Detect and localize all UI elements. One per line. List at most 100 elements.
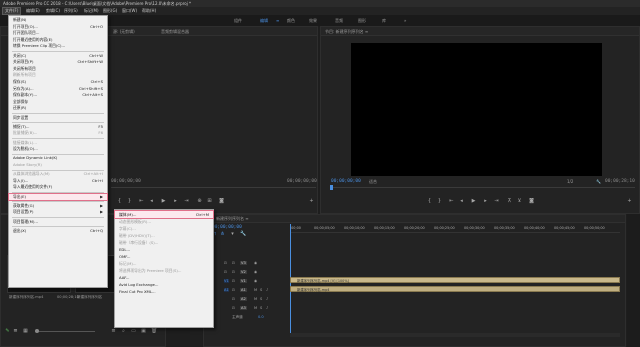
menu-item-make-offline[interactable]: 设为脱机(O)... [9, 146, 107, 153]
add-marker-icon[interactable]: ▾ [230, 232, 235, 237]
menu-item-project-manager[interactable]: 项目管理(M)... [9, 219, 107, 226]
menu-item-export[interactable]: 导出(E) ▶ [8, 192, 108, 202]
program-camera-icon[interactable]: ◙ [529, 199, 534, 204]
export-omf[interactable]: OMF... [115, 253, 213, 260]
menu-sequence[interactable]: 序列(S) [62, 7, 80, 15]
program-step-back-icon[interactable]: ◂ [459, 199, 464, 204]
menu-marker[interactable]: 标记(M) [82, 7, 101, 15]
menu-item-open-project[interactable]: 打开项目(O)... Ctrl+O [9, 24, 107, 31]
trash-icon[interactable]: 🗑 [151, 329, 157, 334]
mark-in-icon[interactable]: { [117, 199, 122, 204]
menu-item-exit[interactable]: 退出(X) Ctrl+Q [9, 228, 107, 235]
workspace-menu-icon[interactable]: ≡ [276, 17, 279, 24]
microphone-icon[interactable]: ♪ [266, 306, 268, 310]
track-label-a2[interactable]: A2 [240, 297, 247, 301]
video-clip[interactable]: 新建序列序列名.mp4 [V] [100%] [290, 277, 620, 283]
program-playhead[interactable] [330, 185, 333, 190]
lift-icon[interactable]: ⊼ [507, 199, 512, 204]
track-lock-icon[interactable]: ⊡ [232, 279, 235, 283]
timeline-sequence-tab[interactable]: 新建序列序列名 ≡ [216, 215, 249, 223]
program-timecode-left[interactable]: 00;00;00;00 [331, 179, 361, 184]
export-final-cut-pro-xml[interactable]: Final Cut Pro XML... [115, 288, 213, 295]
track-sync-icon[interactable]: ⊡ [232, 261, 235, 265]
insert-icon[interactable]: ⊕ [197, 199, 202, 204]
go-to-out-icon[interactable]: ⇥ [184, 199, 189, 204]
track-lock-icon[interactable]: ⊡ [232, 297, 235, 301]
track-label-v2[interactable]: V2 [240, 270, 247, 274]
sort-icon[interactable]: ≡ [111, 329, 116, 334]
track-mute-icon[interactable]: M [254, 306, 257, 310]
track-lock-icon[interactable]: ⊡ [224, 270, 227, 274]
pencil-icon[interactable]: ✎ [5, 329, 10, 334]
menu-file[interactable]: 文件(F) [2, 7, 22, 15]
master-value[interactable]: 0.0 [258, 315, 264, 319]
menu-item-import[interactable]: 导入(I)... Ctrl+I [9, 178, 107, 185]
tab-source[interactable]: 源: (无剪辑) [113, 27, 135, 36]
track-sync-icon[interactable]: ⊡ [232, 270, 235, 274]
track-label-a1[interactable]: A1 [240, 288, 247, 292]
track-lock-icon[interactable]: ⊡ [232, 288, 235, 292]
menu-window[interactable]: 窗口(W) [120, 7, 139, 15]
wrench-icon[interactable]: 🔧 [596, 179, 601, 184]
menu-item-close-project[interactable]: 关闭项目(P) Ctrl+Shift+W [9, 59, 107, 66]
overwrite-icon[interactable]: ⊞ [207, 199, 212, 204]
menu-item-sync-settings[interactable]: 同步设置 [9, 115, 107, 122]
menu-item-save-copy[interactable]: 保存副本(Y)... Ctrl+Alt+S [9, 92, 107, 99]
timeline-ruler[interactable]: :00;00 00;00;05;00 00;00;10;00 00;00;15;… [290, 224, 620, 233]
menu-item-open-team-project[interactable]: 打开团队项目... [9, 30, 107, 37]
track-header-a1[interactable]: A1 ⊡ A1 M S ♪ [224, 288, 290, 294]
add-button-icon[interactable]: + [309, 199, 314, 204]
new-bin-icon[interactable]: ▭ [131, 329, 136, 334]
timeline-wrench-icon[interactable]: 🔧 [240, 232, 246, 237]
program-zoom-select[interactable]: 1/2 [567, 179, 573, 184]
track-label-a3[interactable]: A3 [240, 306, 247, 310]
track-solo-icon[interactable]: S [260, 288, 262, 292]
menu-item-project-settings[interactable]: 项目设置(P) ▶ [9, 209, 107, 216]
track-label-v1[interactable]: V1 [240, 279, 247, 283]
export-edl[interactable]: EDL... [115, 246, 213, 253]
camera-icon[interactable]: ◙ [219, 199, 224, 204]
program-play-icon[interactable]: ▶ [471, 199, 476, 204]
program-add-button-icon[interactable]: + [627, 199, 632, 204]
menu-item-revert[interactable]: 还原(R) [9, 105, 107, 112]
workspace-tab-assembly[interactable]: 组件 [234, 17, 242, 24]
export-aaf[interactable]: AAF... [115, 274, 213, 281]
workspace-tab-audio[interactable]: 音频 [335, 17, 343, 24]
workspace-tab-color[interactable]: 颜色 [287, 17, 295, 24]
workspace-tab-graphics[interactable]: 图形 [358, 17, 366, 24]
menu-help[interactable]: 帮助(H) [140, 7, 158, 15]
track-lock-icon[interactable]: ⊡ [224, 261, 227, 265]
track-mute-icon[interactable]: M [254, 288, 257, 292]
track-header-a3[interactable]: ⊡ A3 M S ♪ [224, 306, 290, 312]
menu-item-get-properties[interactable]: 获取属性(G) ▶ [9, 203, 107, 210]
menu-item-dynamic-link[interactable]: Adobe Dynamic Link(K) [9, 155, 107, 162]
menu-item-save-as[interactable]: 另存为(A)... Ctrl+Shift+S [9, 86, 107, 93]
program-go-to-in-icon[interactable]: ⇤ [449, 199, 454, 204]
workspace-tab-libraries[interactable]: 库 [382, 17, 386, 24]
program-fit-select[interactable]: 适合 [369, 179, 377, 185]
zoom-slider-handle[interactable] [35, 329, 39, 333]
mark-out-icon[interactable]: } [127, 199, 132, 204]
menu-item-save-all[interactable]: 全部保存 [9, 99, 107, 106]
track-header-v2[interactable]: ⊡ ⊡ V2 ◉ [224, 270, 290, 276]
microphone-icon[interactable]: ♪ [266, 297, 268, 301]
timeline-horizontal-scrollbar[interactable] [290, 333, 620, 337]
program-scrubber[interactable] [331, 187, 635, 188]
go-to-in-icon[interactable]: ⇤ [139, 199, 144, 204]
program-step-forward-icon[interactable]: ▸ [483, 199, 488, 204]
menu-item-save[interactable]: 保存(S) Ctrl+S [9, 79, 107, 86]
export-avid-log-exchange[interactable]: Avid Log Exchange... [115, 281, 213, 288]
menu-item-import-recent[interactable]: 导入最近使用的文件(F) [9, 184, 107, 191]
tab-audio-clip-mixer[interactable]: 音频剪辑混合器 [161, 27, 189, 36]
track-source-patch-v1[interactable]: V1 [224, 279, 229, 283]
menu-graphics[interactable]: 图形(G) [101, 7, 119, 15]
new-item-icon[interactable]: ▣ [141, 329, 146, 334]
track-header-master[interactable]: 主声道 0.0 [224, 315, 290, 321]
program-mark-out-icon[interactable]: } [437, 199, 442, 204]
track-label-v3[interactable]: V3 [240, 261, 247, 265]
icon-view-icon[interactable]: ▦ [23, 329, 28, 334]
workspace-more-icon[interactable]: » [404, 17, 406, 24]
microphone-icon[interactable]: ♪ [266, 288, 268, 292]
workspace-tab-editing[interactable]: 编辑 [260, 17, 268, 24]
audio-clip[interactable]: 新建序列序列名.mp4 [290, 286, 620, 292]
